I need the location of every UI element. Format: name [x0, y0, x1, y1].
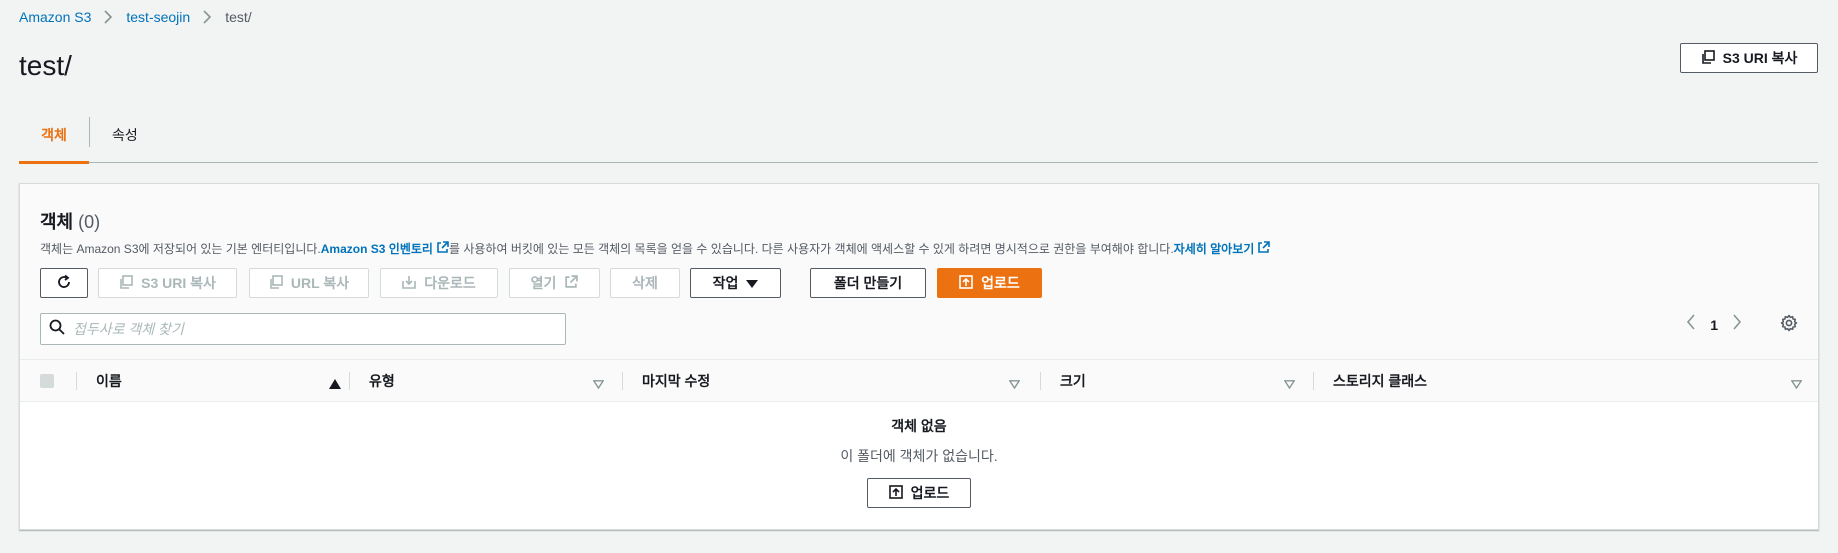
objects-panel-title: 객체 (0)	[40, 208, 100, 234]
objects-panel: 객체 (0) 객체는 Amazon S3에 저장되어 있는 기본 엔터티입니다.…	[19, 183, 1819, 530]
upload-label: 업로드	[981, 275, 1020, 291]
current-page-number[interactable]: 1	[1710, 317, 1718, 333]
sort-icon	[1790, 376, 1803, 392]
search-icon	[49, 319, 65, 340]
next-page-icon[interactable]	[1732, 314, 1742, 335]
copy-s3-uri-label: S3 URI 복사	[141, 275, 216, 291]
select-all-checkbox[interactable]	[40, 374, 54, 388]
description-text-1: 객체는 Amazon S3에 저장되어 있는 기본 엔터티입니다.	[40, 242, 321, 256]
learn-more-link[interactable]: 자세히 알아보기	[1174, 240, 1271, 257]
upload-button[interactable]: 업로드	[937, 268, 1042, 298]
learn-more-label: 자세히 알아보기	[1173, 242, 1255, 256]
column-name[interactable]: 이름	[76, 360, 349, 402]
copy-s3-uri-header-button[interactable]: S3 URI 복사	[1680, 43, 1818, 73]
empty-state-subtitle: 이 폴더에 객체가 없습니다.	[840, 448, 998, 464]
actions-label: 작업	[712, 275, 739, 291]
tab-properties-label: 속성	[112, 127, 138, 143]
external-link-icon	[1257, 240, 1271, 257]
column-last-modified-label: 마지막 수정	[642, 373, 711, 389]
select-all-cell	[40, 360, 80, 402]
objects-table-header: 이름 유형 마지막 수정 크기 스토리지 클래스	[20, 360, 1818, 402]
create-folder-label: 폴더 만들기	[833, 275, 903, 291]
sort-icon	[1283, 376, 1296, 392]
open-label: 열기	[530, 275, 557, 291]
inventory-link[interactable]: Amazon S3 인벤토리	[321, 240, 449, 257]
upload-icon	[888, 484, 903, 502]
open-button[interactable]: 열기	[509, 268, 600, 298]
search-box	[40, 313, 566, 345]
objects-title: 객체	[40, 212, 74, 232]
download-button[interactable]: 다운로드	[380, 268, 498, 298]
breadcrumb-item-bucket[interactable]: test-seojin	[126, 9, 190, 25]
tab-objects[interactable]: 객체	[19, 113, 89, 164]
column-separator	[76, 372, 77, 390]
empty-state-title: 객체 없음	[891, 418, 947, 434]
breadcrumb: Amazon S3 test-seojin test/	[19, 9, 252, 25]
column-storage-class-label: 스토리지 클래스	[1333, 373, 1428, 389]
copy-icon	[269, 274, 283, 292]
empty-upload-button[interactable]: 업로드	[867, 478, 971, 508]
column-type[interactable]: 유형	[349, 360, 622, 402]
search-input[interactable]	[73, 321, 553, 337]
tab-bar: 객체 속성	[19, 113, 1818, 164]
create-folder-button[interactable]: 폴더 만들기	[810, 268, 926, 298]
column-type-label: 유형	[369, 373, 395, 389]
objects-count: (0)	[78, 212, 101, 232]
tab-properties[interactable]: 속성	[90, 113, 154, 163]
column-size[interactable]: 크기	[1040, 360, 1313, 402]
delete-label: 삭제	[632, 275, 658, 291]
description-text-2: 를 사용하여 버킷에 있는 모든 객체의 목록을 얻을 수 있습니다. 다른 사…	[448, 242, 1174, 256]
gear-icon[interactable]	[1780, 314, 1798, 337]
copy-s3-uri-button[interactable]: S3 URI 복사	[98, 268, 237, 298]
inventory-link-label: Amazon S3 인벤토리	[320, 242, 433, 256]
column-separator	[622, 372, 623, 390]
caret-down-icon	[746, 275, 759, 291]
refresh-button[interactable]	[40, 268, 88, 298]
copy-icon	[119, 274, 133, 292]
breadcrumb-item-amazon-s3[interactable]: Amazon S3	[19, 9, 91, 25]
chevron-right-icon	[203, 10, 212, 24]
page-title: test/	[19, 50, 72, 81]
column-size-label: 크기	[1060, 373, 1086, 389]
column-name-label: 이름	[96, 373, 122, 389]
empty-upload-label: 업로드	[910, 485, 950, 501]
column-separator	[1313, 372, 1314, 390]
copy-icon	[1701, 49, 1715, 67]
download-icon	[402, 275, 417, 292]
refresh-icon	[56, 274, 72, 293]
column-last-modified[interactable]: 마지막 수정	[622, 360, 1040, 402]
column-separator	[1040, 372, 1041, 390]
breadcrumb-current: test/	[225, 9, 252, 25]
upload-icon	[959, 274, 973, 292]
tab-objects-label: 객체	[41, 127, 67, 143]
sort-icon	[1008, 376, 1021, 392]
previous-page-icon[interactable]	[1686, 314, 1696, 335]
copy-url-button[interactable]: URL 복사	[249, 268, 369, 298]
delete-button[interactable]: 삭제	[610, 268, 680, 298]
chevron-right-icon	[104, 10, 113, 24]
sort-ascending-icon	[329, 376, 341, 392]
empty-state: 객체 없음 이 폴더에 객체가 없습니다. 업로드	[20, 402, 1818, 508]
objects-panel-header: 객체 (0) 객체는 Amazon S3에 저장되어 있는 기본 엔터티입니다.…	[20, 184, 1818, 360]
column-storage-class[interactable]: 스토리지 클래스	[1313, 360, 1818, 402]
copy-url-label: URL 복사	[290, 275, 350, 291]
sort-icon	[592, 376, 605, 392]
download-label: 다운로드	[424, 275, 476, 291]
actions-dropdown[interactable]: 작업	[690, 268, 781, 298]
external-link-icon	[436, 240, 449, 257]
pagination: 1	[1686, 314, 1742, 335]
objects-description: 객체는 Amazon S3에 저장되어 있는 기본 엔터티입니다. Amazon…	[40, 240, 1271, 257]
copy-s3-uri-label: S3 URI 복사	[1722, 50, 1798, 66]
external-link-icon	[564, 274, 579, 292]
column-separator	[349, 372, 350, 390]
